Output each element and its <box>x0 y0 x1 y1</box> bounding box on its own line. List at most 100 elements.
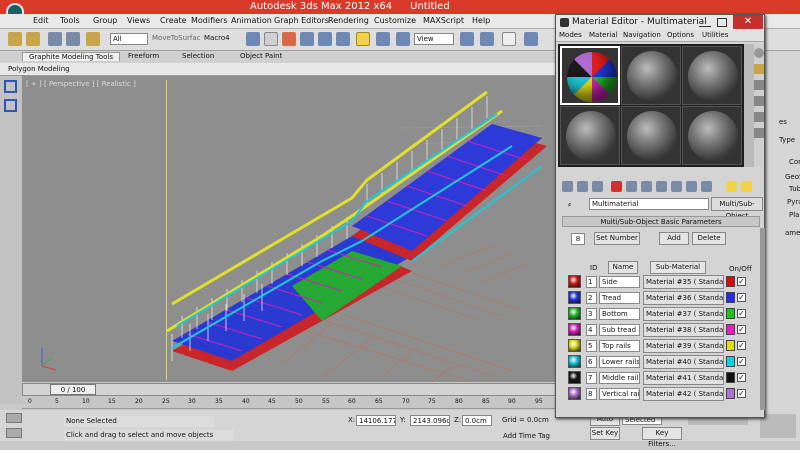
command-panel-item[interactable]: Pyra <box>787 198 800 206</box>
menu-help[interactable]: Help <box>472 16 490 25</box>
select-move-icon[interactable] <box>318 32 332 46</box>
sub-material-swatch[interactable] <box>568 307 581 320</box>
sub-material-name-field[interactable]: Lower rails <box>599 356 640 368</box>
polygon-icon[interactable] <box>4 80 17 93</box>
go-forward-sibling-icon[interactable] <box>741 181 752 192</box>
select-by-name-icon[interactable] <box>264 32 278 46</box>
sample-slot[interactable] <box>682 106 742 165</box>
rollout-header[interactable]: Multi/Sub-Object Basic Parameters <box>562 216 760 227</box>
make-unique-icon[interactable] <box>641 181 652 192</box>
menu-edit[interactable]: Edit <box>33 16 49 25</box>
y-coordinate-field[interactable]: 2143.096c <box>410 415 450 426</box>
show-end-result-icon[interactable] <box>701 181 712 192</box>
menu-customize[interactable]: Customize <box>374 16 416 25</box>
sub-material-id-field[interactable]: 5 <box>586 340 597 352</box>
sub-material-button[interactable]: Material #39 ( Standard ) <box>643 339 724 353</box>
rect-select-icon[interactable] <box>282 32 296 46</box>
select-object-icon[interactable] <box>246 32 260 46</box>
menu-tools[interactable]: Tools <box>60 16 80 25</box>
slots-scrollbar[interactable] <box>744 44 754 167</box>
sub-material-swatch[interactable] <box>568 387 581 400</box>
sub-material-id-field[interactable]: 8 <box>586 388 597 400</box>
sub-material-name-field[interactable]: Tread <box>599 292 640 304</box>
sub-material-id-field[interactable]: 2 <box>586 292 597 304</box>
command-panel-item[interactable]: Plan <box>789 211 800 219</box>
sub-material-color[interactable] <box>726 292 735 303</box>
on-off-checkbox[interactable]: ✓ <box>737 357 746 366</box>
sub-material-id-field[interactable]: 4 <box>586 324 597 336</box>
tab-selection[interactable]: Selection <box>182 52 214 60</box>
assign-to-selection-icon[interactable] <box>592 181 603 192</box>
pick-material-eyedropper-icon[interactable]: ⸗ <box>568 199 571 210</box>
mini-listener-icon[interactable] <box>6 428 22 438</box>
undo-icon[interactable] <box>8 32 22 46</box>
make-preview-icon[interactable] <box>754 128 764 138</box>
menu-graph-editors[interactable]: Graph Editors <box>274 16 329 25</box>
select-rotate-icon[interactable] <box>336 32 350 46</box>
sub-material-button[interactable]: Material #35 ( Standard ) <box>643 275 724 289</box>
backlight-icon[interactable] <box>754 64 764 74</box>
tab-graphite-modeling[interactable]: Graphite Modeling Tools <box>22 52 121 61</box>
sub-material-name-field[interactable]: Bottom <box>599 308 640 320</box>
menu-material[interactable]: Material <box>589 31 617 39</box>
scale-icon[interactable] <box>376 32 390 46</box>
trackbar[interactable]: 0 5 10 15 20 25 30 35 40 45 50 55 60 65 … <box>22 397 556 409</box>
on-off-checkbox[interactable]: ✓ <box>737 373 746 382</box>
put-to-scene-icon[interactable] <box>577 181 588 192</box>
command-field[interactable]: MoveToSurfac <box>150 33 201 45</box>
menu-group[interactable]: Group <box>93 16 117 25</box>
rollout-scrollbar[interactable] <box>760 228 765 410</box>
sub-material-button[interactable]: Material #38 ( Standard ) <box>643 323 724 337</box>
on-off-checkbox[interactable]: ✓ <box>737 293 746 302</box>
command-panel-item[interactable]: es <box>779 118 787 126</box>
sub-material-swatch[interactable] <box>568 323 581 336</box>
menu-views[interactable]: Views <box>127 16 150 25</box>
uv-tiling-icon[interactable] <box>754 96 764 106</box>
element-icon[interactable] <box>4 99 17 112</box>
column-header-id[interactable]: ID <box>590 264 597 272</box>
viewport-nav-controls[interactable] <box>760 414 796 438</box>
tab-object-paint[interactable]: Object Paint <box>240 52 282 60</box>
link-icon[interactable] <box>48 32 62 46</box>
add-button[interactable]: Add <box>659 232 689 245</box>
go-to-parent-icon[interactable] <box>726 181 737 192</box>
sub-material-button[interactable]: Material #36 ( Standard ) <box>643 291 724 305</box>
sample-slot[interactable] <box>621 46 681 105</box>
sub-material-button[interactable]: Material #37 ( Standard ) <box>643 307 724 321</box>
material-type-button[interactable]: Multi/Sub-Object <box>711 197 763 220</box>
on-off-checkbox[interactable]: ✓ <box>737 325 746 334</box>
menu-modes[interactable]: Modes <box>559 31 582 39</box>
on-off-checkbox[interactable]: ✓ <box>737 341 746 350</box>
unlink-icon[interactable] <box>66 32 80 46</box>
sub-material-color[interactable] <box>726 276 735 287</box>
command-panel-item[interactable]: GeoS <box>785 173 800 181</box>
sub-material-color[interactable] <box>726 308 735 319</box>
menu-options[interactable]: Options <box>667 31 694 39</box>
reset-map-icon[interactable] <box>611 181 622 192</box>
menu-utilities[interactable]: Utilities <box>702 31 728 39</box>
on-off-checkbox[interactable]: ✓ <box>737 277 746 286</box>
sub-material-name-field[interactable]: Side <box>599 276 640 288</box>
sub-material-id-field[interactable]: 1 <box>586 276 597 288</box>
time-slider-track[interactable] <box>22 383 556 396</box>
sub-material-name-field[interactable]: Sub tread <box>599 324 640 336</box>
snap-icon[interactable] <box>524 32 538 46</box>
macro-field[interactable]: Macro4 <box>202 33 232 45</box>
reference-coord-dropdown[interactable]: View <box>414 33 454 45</box>
command-panel-item[interactable]: Cor <box>789 158 800 166</box>
sub-material-color[interactable] <box>726 372 735 383</box>
column-header-sub-material[interactable]: Sub-Material <box>650 261 706 274</box>
add-time-tag-button[interactable]: Add Time Tag <box>503 432 550 440</box>
redo-icon[interactable] <box>26 32 40 46</box>
sub-material-color[interactable] <box>726 324 735 335</box>
menu-animation[interactable]: Animation <box>231 16 272 25</box>
menu-navigation[interactable]: Navigation <box>623 31 661 39</box>
maxscript-listener-icon[interactable] <box>6 413 22 423</box>
sub-material-button[interactable]: Material #40 ( Standard ) <box>643 355 724 369</box>
sub-material-name-field[interactable]: Vertical rai <box>599 388 640 400</box>
polygon-modeling-label[interactable]: Polygon Modeling <box>8 65 70 73</box>
sample-slot[interactable] <box>560 46 620 105</box>
staircase-model[interactable] <box>22 76 556 382</box>
sub-material-swatch[interactable] <box>568 339 581 352</box>
manipulate-icon[interactable] <box>480 32 494 46</box>
